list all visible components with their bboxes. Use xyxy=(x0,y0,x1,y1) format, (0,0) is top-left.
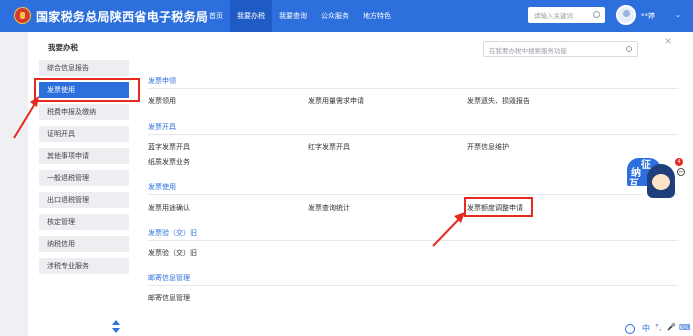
search-icon[interactable] xyxy=(626,46,632,52)
nav-home[interactable]: 首页 xyxy=(202,0,230,32)
sidebar-item-export-refund[interactable]: 出口退税管理 xyxy=(39,192,129,208)
section-title-invoice-apply: 发票申领 xyxy=(148,77,176,85)
annotation-arrow-sidebar xyxy=(13,96,39,139)
top-header: 国家税务总局陕西省电子税务局 首页 我要办税 我要查询 公众服务 地方特色 请输… xyxy=(0,0,693,32)
ime-punctuation[interactable]: °, xyxy=(655,323,662,332)
sidebar-title: 我要办税 xyxy=(48,43,78,52)
mascot-char-hu: 互 xyxy=(629,179,639,190)
sidebar-item-professional-service[interactable]: 涉税专业服务 xyxy=(39,258,129,274)
func-mail-info-manage[interactable]: 邮寄信息管理 xyxy=(148,293,190,303)
func-invoice-purpose-confirm[interactable]: 发票用途确认 xyxy=(148,203,190,213)
func-paper-invoice[interactable]: 纸质发票业务 xyxy=(148,157,190,167)
sidebar-item-general-refund[interactable]: 一般退税管理 xyxy=(39,170,129,186)
func-invoice-verify-old[interactable]: 发票验（交）旧 xyxy=(148,248,197,258)
func-red-invoice-issue[interactable]: 红字发票开具 xyxy=(308,142,350,152)
nav-tax-handling[interactable]: 我要办税 xyxy=(230,0,272,32)
func-invoice-loss-report[interactable]: 发票遗失、损毁报告 xyxy=(467,96,530,106)
func-blue-invoice-issue[interactable]: 蓝字发票开具 xyxy=(148,142,190,152)
header-search-placeholder: 请输入关键词 xyxy=(534,12,573,20)
section-divider xyxy=(148,240,678,241)
sidebar-item-certificate[interactable]: 证明开具 xyxy=(39,126,129,142)
microphone-icon[interactable]: 🎤 xyxy=(667,323,676,331)
nav-local-features[interactable]: 地方特色 xyxy=(356,0,398,32)
site-title: 国家税务总局陕西省电子税务局 xyxy=(36,10,209,24)
sidebar-item-comprehensive-info[interactable]: 综合信息报告 xyxy=(39,60,129,76)
nav-query[interactable]: 我要查询 xyxy=(272,0,314,32)
section-title-invoice-use: 发票使用 xyxy=(148,183,176,191)
user-name[interactable]: **婷 xyxy=(641,11,655,21)
tax-emblem-logo xyxy=(14,7,31,24)
section-divider xyxy=(148,285,678,286)
ime-chinese-mode[interactable]: 中 xyxy=(642,323,650,334)
keyboard-icon[interactable]: ⌨ xyxy=(679,323,691,332)
nav-public-service[interactable]: 公众服务 xyxy=(314,0,356,32)
section-title-mail-info: 邮寄信息管理 xyxy=(148,274,190,282)
section-divider xyxy=(148,88,678,89)
section-title-invoice-verify-old: 发票验（交）旧 xyxy=(148,229,197,237)
sidebar-item-assessment[interactable]: 核定管理 xyxy=(39,214,129,230)
sidebar-item-other-matters[interactable]: 其他事项申请 xyxy=(39,148,129,164)
annotation-highlight-box-sidebar xyxy=(34,78,140,102)
func-invoice-demand[interactable]: 发票用量需求申请 xyxy=(308,96,364,106)
func-invoice-query-stats[interactable]: 发票查询统计 xyxy=(308,203,350,213)
function-search-placeholder: 在我要办税中搜索服务功能 xyxy=(489,47,567,55)
section-title-invoice-issue: 发票开具 xyxy=(148,123,176,131)
interactive-mascot-widget[interactable]: 征 纳 互 动 4 xyxy=(617,158,683,212)
sidebar-item-tax-credit[interactable]: 纳税信用 xyxy=(39,236,129,252)
annotation-arrow-function xyxy=(432,212,465,247)
sidebar-item-tax-declaration[interactable]: 税费申报及缴纳 xyxy=(39,104,129,120)
annotation-highlight-box-function xyxy=(464,197,533,217)
ime-logo-icon[interactable] xyxy=(625,324,635,334)
func-billing-info-maintain[interactable]: 开票信息维护 xyxy=(467,142,509,152)
chevron-down-icon[interactable]: ⌄ xyxy=(675,11,681,19)
police-mascot-icon xyxy=(647,164,675,198)
header-search-input[interactable]: 请输入关键词 xyxy=(528,7,605,23)
func-invoice-receive[interactable]: 发票领用 xyxy=(148,96,176,106)
sidebar-scroll-arrows[interactable] xyxy=(112,320,122,334)
arrow-up-icon[interactable] xyxy=(112,320,120,325)
ime-status-bar[interactable]: 中 °, 🎤 ⌨ xyxy=(622,322,693,336)
notification-badge: 4 xyxy=(675,158,683,166)
main-panel: 在我要办税中搜索服务功能 × 发票申领 发票领用 发票用量需求申请 发票遗失、损… xyxy=(140,32,693,336)
avatar[interactable] xyxy=(616,5,636,25)
arrow-down-icon[interactable] xyxy=(112,328,120,333)
close-icon[interactable]: × xyxy=(664,36,672,47)
function-search-input[interactable]: 在我要办税中搜索服务功能 xyxy=(483,41,638,57)
section-divider xyxy=(148,134,678,135)
search-icon[interactable] xyxy=(593,11,600,18)
collapse-mascot-button[interactable]: − xyxy=(677,168,685,176)
mascot-face xyxy=(652,174,670,190)
main-nav: 首页 我要办税 我要查询 公众服务 地方特色 xyxy=(202,0,398,32)
section-divider xyxy=(148,194,678,195)
